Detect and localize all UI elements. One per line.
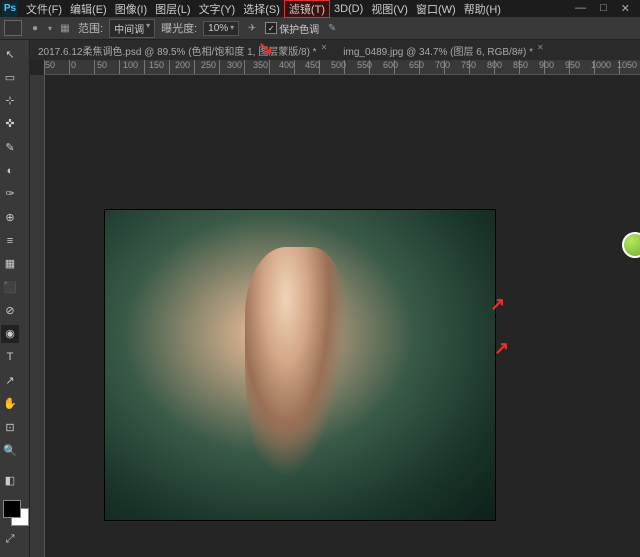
- close-tab-icon[interactable]: ✕: [537, 43, 544, 58]
- menu-edit[interactable]: 编辑(E): [66, 1, 111, 17]
- ps-logo: Ps: [2, 1, 18, 17]
- ruler-horizontal: 5005010015020025030035040045050055060065…: [44, 60, 640, 75]
- brush-preset-icon[interactable]: ●: [28, 21, 42, 35]
- close-tab-icon[interactable]: ✕: [321, 43, 328, 58]
- dodge-tool[interactable]: ◉: [1, 325, 19, 343]
- exposure-label: 曝光度:: [161, 20, 197, 36]
- document-area: 2017.6.12柔焦调色.psd @ 89.5% (色相/饱和度 1, 图层蒙…: [30, 40, 640, 557]
- toolbox: ↖ ▭ ⊹ ✜ ✎ ◐ ✑ ⊕ ≡ ▦ ⬛ ⊘ ◉ T ↗ ✋ ⊡ 🔍 ◧ ⤢: [0, 40, 30, 557]
- marquee-tool[interactable]: ▭: [1, 68, 19, 86]
- eyedropper-tool[interactable]: ◐: [1, 162, 19, 180]
- tool-preset-icon[interactable]: [4, 20, 22, 36]
- quickmask-icon[interactable]: ◧: [1, 472, 19, 490]
- menu-image[interactable]: 图像(I): [111, 1, 151, 17]
- document-image: [105, 210, 495, 520]
- move-tool[interactable]: ↖: [1, 45, 19, 63]
- color-swatch[interactable]: [3, 500, 29, 526]
- menu-file[interactable]: 文件(F): [22, 1, 66, 17]
- crop-tool[interactable]: ✎: [1, 138, 19, 156]
- minimize-icon[interactable]: —: [575, 2, 586, 15]
- brush-panel-icon[interactable]: ▦: [58, 21, 72, 35]
- type-tool[interactable]: T: [1, 348, 19, 366]
- canvas[interactable]: [45, 75, 640, 557]
- menu-help[interactable]: 帮助(H): [460, 1, 505, 17]
- shape-tool[interactable]: ⊡: [1, 418, 19, 436]
- eraser-tool[interactable]: ⬛: [1, 278, 19, 296]
- screenmode-icon[interactable]: ⤢: [1, 531, 19, 549]
- heal-tool[interactable]: ✑: [1, 185, 19, 203]
- protect-tones-check[interactable]: ✓保护色调: [265, 21, 319, 36]
- menubar: Ps 文件(F) 编辑(E) 图像(I) 图层(L) 文字(Y) 选择(S) 滤…: [0, 0, 640, 17]
- zoom-tool[interactable]: 🔍: [1, 441, 19, 459]
- ruler-vertical: [30, 75, 45, 557]
- options-bar: ● ▾ ▦ 范围: 中间调▾ 曝光度: 10%▾ ✈ ✓保护色调 ✎: [0, 17, 640, 40]
- menu-view[interactable]: 视图(V): [367, 1, 412, 17]
- lasso-tool[interactable]: ⊹: [1, 92, 19, 110]
- doc-tab-1[interactable]: 2017.6.12柔焦调色.psd @ 89.5% (色相/饱和度 1, 图层蒙…: [30, 43, 335, 58]
- airbrush-icon[interactable]: ✈: [245, 21, 259, 35]
- hand-tool[interactable]: ✋: [1, 395, 19, 413]
- stamp-tool[interactable]: ≡: [1, 232, 19, 250]
- close-icon[interactable]: ✕: [621, 2, 630, 15]
- brush-tool[interactable]: ⊕: [1, 208, 19, 226]
- menu-window[interactable]: 窗口(W): [412, 1, 460, 17]
- range-select[interactable]: 中间调▾: [109, 19, 155, 38]
- maximize-icon[interactable]: □: [600, 2, 607, 15]
- path-tool[interactable]: ↗: [1, 371, 19, 389]
- menu-type[interactable]: 文字(Y): [195, 1, 240, 17]
- tablet-pressure-icon[interactable]: ✎: [325, 21, 339, 35]
- menu-3d[interactable]: 3D(D): [330, 3, 367, 15]
- range-label: 范围:: [78, 20, 103, 36]
- menu-select[interactable]: 选择(S): [239, 1, 284, 17]
- menu-layer[interactable]: 图层(L): [151, 1, 194, 17]
- doc-tab-2[interactable]: img_0489.jpg @ 34.7% (图层 6, RGB/8#) *✕: [335, 43, 551, 58]
- history-brush-tool[interactable]: ▦: [1, 255, 19, 273]
- gradient-tool[interactable]: ⊘: [1, 301, 19, 319]
- menu-filter[interactable]: 滤镜(T): [284, 0, 330, 18]
- exposure-select[interactable]: 10%▾: [203, 21, 239, 36]
- wand-tool[interactable]: ✜: [1, 115, 19, 133]
